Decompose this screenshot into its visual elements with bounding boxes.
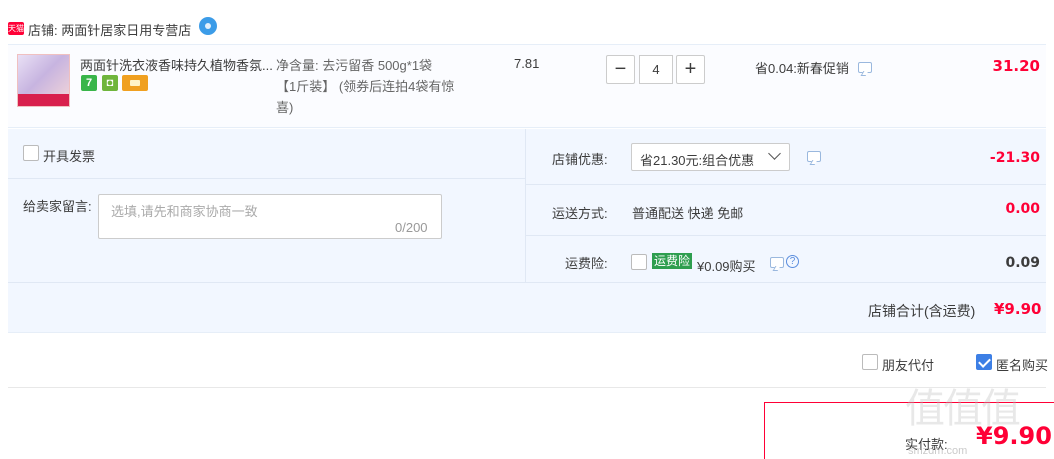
wangwang-chat-icon[interactable] <box>199 17 217 35</box>
invoice-checkbox[interactable] <box>23 145 39 161</box>
shop-discount-label: 店铺优惠: <box>552 152 608 167</box>
unit-price: 7.81 <box>514 56 540 71</box>
shop-total-value: ¥9.90 <box>994 300 1042 318</box>
friend-pay-checkbox[interactable] <box>862 354 878 370</box>
product-title-link[interactable]: 两面针洗衣液香味持久植物香氛... <box>80 55 273 74</box>
promo-text: 省0.04:新春促销 <box>755 61 849 76</box>
shipping-method: 普通配送 快递 免邮 <box>632 206 744 221</box>
discount-info-icon[interactable] <box>807 151 821 162</box>
promo-info-icon[interactable] <box>858 62 872 73</box>
product-thumbnail[interactable] <box>17 54 70 107</box>
shop-discount-selected: 省21.30元:组合优惠 <box>640 153 755 168</box>
message-label: 给卖家留言: <box>23 199 92 214</box>
shop-name-link[interactable]: 店铺: 两面针居家日用专营店 <box>28 20 191 39</box>
insurance-checkbox[interactable] <box>631 254 647 270</box>
shipping-cost: 0.00 <box>1005 201 1040 217</box>
seven-day-return-icon: 7 <box>81 75 97 91</box>
shipping-label: 运送方式: <box>552 206 608 221</box>
insurance-info-icon[interactable] <box>770 257 784 268</box>
friend-pay-label[interactable]: 朋友代付 <box>882 355 934 374</box>
shop-discount-value: -21.30 <box>989 150 1040 166</box>
tmall-badge: 天猫 <box>8 22 24 35</box>
anonymous-checkbox[interactable] <box>976 354 992 370</box>
options-divider <box>525 129 526 282</box>
message-placeholder: 选填,请先和商家协商一致 <box>111 204 258 219</box>
sku-line-2: 【1斤装】 (领券后连拍4袋有惊喜) <box>276 79 455 115</box>
insurance-badge: 运费险 <box>652 253 693 269</box>
watermark-site: smzdm.com <box>908 445 968 457</box>
insurance-price: ¥0.09购买 <box>697 259 756 274</box>
quantity-increase-button[interactable]: + <box>676 55 705 84</box>
message-char-count: 0/200 <box>395 220 428 235</box>
options-divider <box>8 282 1046 283</box>
shop-total-label: 店铺合计(含运费) <box>868 303 976 319</box>
options-divider <box>8 178 525 179</box>
anonymous-label[interactable]: 匿名购买 <box>996 355 1048 374</box>
quantity-decrease-button[interactable]: − <box>606 55 635 84</box>
guarantee-icon: ◘ <box>102 75 118 91</box>
options-divider <box>526 184 1046 185</box>
sku-info: 净含量: 去污留香 500g*1袋 【1斤装】 (领券后连拍4袋有惊喜) <box>276 55 471 118</box>
section-divider <box>8 387 1046 388</box>
card-payment-icon <box>122 75 148 91</box>
item-total-price: 31.20 <box>992 57 1040 75</box>
sku-line-1: 净含量: 去污留香 500g*1袋 <box>276 58 433 73</box>
insurance-label: 运费险: <box>565 256 608 271</box>
watermark-logo: 值值值 <box>905 386 1021 432</box>
invoice-label[interactable]: 开具发票 <box>43 146 95 165</box>
insurance-cost: 0.09 <box>1005 255 1040 271</box>
options-divider <box>526 235 1046 236</box>
quantity-input[interactable]: 4 <box>639 55 673 84</box>
help-icon[interactable]: ? <box>786 255 799 268</box>
